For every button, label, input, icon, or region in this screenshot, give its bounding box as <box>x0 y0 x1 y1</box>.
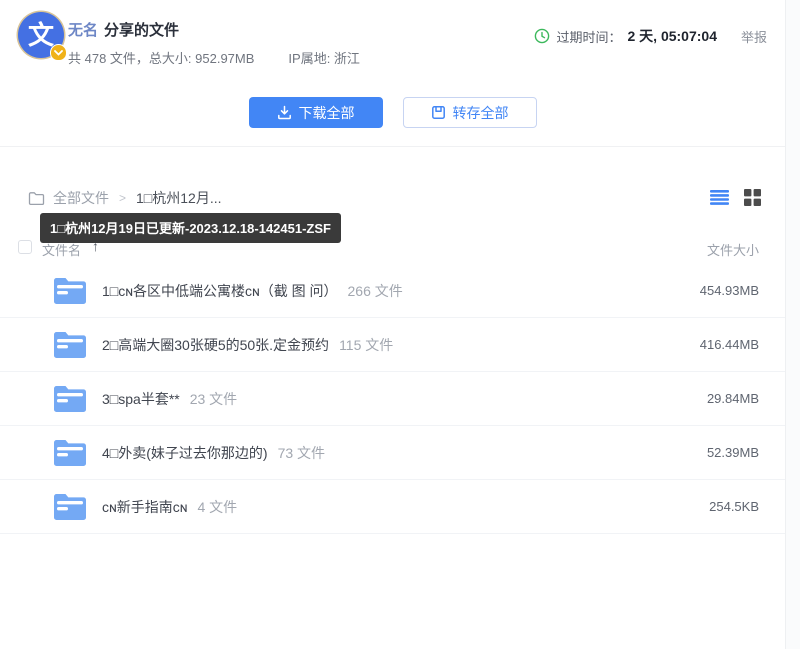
breadcrumb-current[interactable]: 1□杭州12月... <box>136 188 221 208</box>
breadcrumb-separator: > <box>119 191 126 205</box>
file-count: 73 文件 <box>278 443 325 463</box>
file-size: 52.39MB <box>707 445 759 460</box>
file-name: ᴄɴ新手指南ᴄɴ <box>102 497 187 517</box>
avatar-glyph: 文 <box>28 22 54 48</box>
grid-view-button[interactable] <box>744 189 761 206</box>
share-header: 文 无名分享的文件 共 478 文件，总大小: 952.97MB IP属地: 浙江… <box>0 0 785 147</box>
share-page: 文 无名分享的文件 共 478 文件，总大小: 952.97MB IP属地: 浙江… <box>0 0 786 649</box>
folder-icon <box>52 384 88 414</box>
file-count: 266 文件 <box>348 281 403 301</box>
file-name: 2□高端大圈30张硬5的50张.定金预约 <box>102 335 329 355</box>
expire-meta: 过期时间： 2 天, 05:07:04 举报 <box>534 26 767 46</box>
table-row[interactable]: 2□高端大圈30张硬5的50张.定金预约 115 文件 416.44MB <box>0 318 785 372</box>
report-link[interactable]: 举报 <box>741 27 767 46</box>
download-icon <box>277 105 292 120</box>
table-row[interactable]: 4□外卖(妹子过去你那边的) 73 文件 52.39MB <box>0 426 785 480</box>
file-stats: 共 478 文件，总大小: 952.97MB <box>68 51 254 66</box>
table-row[interactable]: ᴄɴ新手指南ᴄɴ 4 文件 254.5KB <box>0 480 785 534</box>
download-all-button[interactable]: 下载全部 <box>249 97 383 128</box>
clock-icon <box>534 28 550 44</box>
save-icon <box>431 105 446 120</box>
list-view-button[interactable] <box>710 190 729 205</box>
file-name: 4□外卖(妹子过去你那边的) <box>102 443 268 463</box>
folder-icon <box>52 438 88 468</box>
action-buttons: 下载全部 转存全部 <box>0 97 785 128</box>
title-suffix: 分享的文件 <box>104 22 179 39</box>
avatar: 文 <box>18 12 64 58</box>
file-count: 4 文件 <box>197 497 237 517</box>
file-count: 115 文件 <box>339 335 393 355</box>
share-stats: 共 478 文件，总大小: 952.97MB IP属地: 浙江 <box>68 48 360 67</box>
folder-outline-icon <box>28 191 45 206</box>
file-name: 1□ᴄɴ各区中低端公寓楼ᴄɴ（截 图 问） <box>102 281 338 301</box>
page-title: 无名分享的文件 <box>68 19 179 40</box>
breadcrumb-root[interactable]: 全部文件 <box>53 188 109 208</box>
view-toggles <box>710 189 761 206</box>
expire-label: 过期时间： <box>556 27 621 46</box>
download-all-label: 下载全部 <box>299 103 355 123</box>
select-all-checkbox[interactable] <box>18 240 32 254</box>
breadcrumb-tooltip: 1□杭州12月19日已更新-2023.12.18-142451-ZSF <box>40 213 341 243</box>
ip-location: IP属地: 浙江 <box>288 51 360 66</box>
file-list: 1□ᴄɴ各区中低端公寓楼ᴄɴ（截 图 问） 266 文件 454.93MB 2□… <box>0 264 785 534</box>
breadcrumb: 全部文件 > 1□杭州12月... <box>28 188 222 208</box>
table-row[interactable]: 3□spa半套** 23 文件 29.84MB <box>0 372 785 426</box>
save-all-label: 转存全部 <box>453 103 509 123</box>
file-size: 454.93MB <box>700 283 759 298</box>
folder-icon <box>52 492 88 522</box>
file-name: 3□spa半套** <box>102 389 180 409</box>
file-size: 416.44MB <box>700 337 759 352</box>
file-size: 254.5KB <box>709 499 759 514</box>
avatar-badge-chevron-icon <box>50 44 67 61</box>
folder-icon <box>52 276 88 306</box>
file-count: 23 文件 <box>190 389 237 409</box>
owner-name: 无名 <box>68 22 98 39</box>
save-all-button[interactable]: 转存全部 <box>403 97 537 128</box>
expire-countdown: 2 天, 05:07:04 <box>627 26 717 46</box>
table-row[interactable]: 1□ᴄɴ各区中低端公寓楼ᴄɴ（截 图 问） 266 文件 454.93MB <box>0 264 785 318</box>
folder-icon <box>52 330 88 360</box>
file-size: 29.84MB <box>707 391 759 406</box>
column-header-size: 文件大小 <box>707 240 759 259</box>
